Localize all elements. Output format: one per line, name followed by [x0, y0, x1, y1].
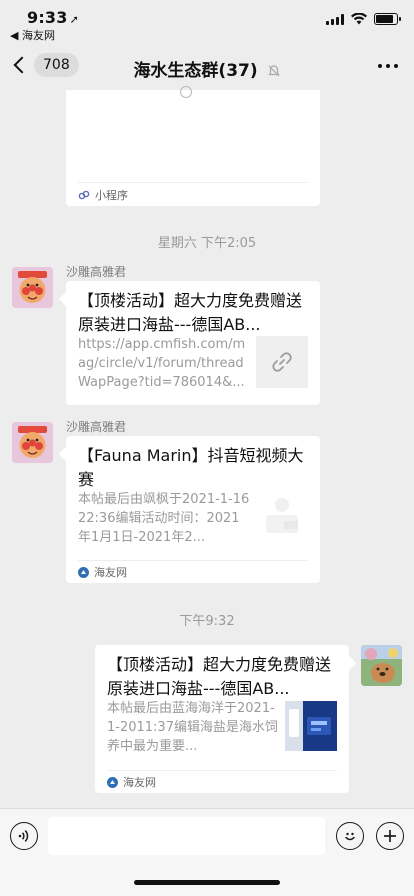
avatar[interactable] — [12, 267, 53, 308]
dot-icon — [394, 64, 398, 68]
link-card-title: 【顶楼活动】超大力度免费赠送原装进口海盐---德国AB... — [107, 655, 332, 698]
dog-photo-avatar-icon — [361, 645, 402, 686]
sender-name: 沙雕高雅君 — [66, 420, 127, 434]
source-label: 海友网 — [94, 566, 127, 579]
status-time: 9:33 ➚ — [27, 8, 80, 27]
more-options-button[interactable] — [378, 64, 398, 68]
wifi-icon — [351, 13, 367, 25]
dot-icon — [386, 64, 390, 68]
mute-bell-icon — [267, 65, 280, 77]
link-card-footer: 海友网 — [107, 770, 337, 793]
mini-program-icon — [78, 190, 90, 199]
link-card-title: 【Fauna Marin】抖音短视频大赛 — [78, 446, 304, 489]
location-arrow-icon: ➚ — [69, 13, 80, 26]
link-card-desc: https://app.cmfish.com/mag/circle/v1/for… — [78, 337, 246, 390]
link-card-title: 【顶楼活动】超大力度免费赠送原装进口海盐---德国AB... — [78, 291, 303, 334]
chat-title: 海水生态群(37) — [0, 56, 414, 81]
message-timestamp: 下午9:32 — [179, 614, 235, 629]
message-timestamp: 星期六 下午2:05 — [157, 236, 257, 251]
link-card-footer: 海友网 — [78, 560, 308, 583]
link-icon — [272, 352, 292, 372]
link-card[interactable]: 【Fauna Marin】抖音短视频大赛 本帖最后由飒枫于2021-1-1622… — [66, 436, 320, 583]
emoji-face-icon — [345, 832, 355, 841]
mini-program-footer: 小程序 — [78, 182, 308, 206]
avatar[interactable] — [12, 422, 53, 463]
cellular-signal-icon — [326, 13, 344, 25]
link-card-desc: 本帖最后由蓝海海洋于2021-1-2011:37编辑海盐是海水饲养中最为重要..… — [107, 701, 278, 754]
status-indicators — [326, 13, 401, 25]
haiyouwang-logo-icon — [107, 776, 118, 788]
plus-icon — [384, 830, 396, 842]
link-thumbnail — [256, 491, 308, 543]
more-functions-button[interactable] — [376, 822, 404, 850]
chat-nav-bar: 708 海水生态群(37) — [0, 44, 414, 90]
home-indicator[interactable] — [134, 880, 280, 885]
product-thumbnail-image — [285, 701, 337, 751]
link-card-desc: 本帖最后由飒枫于2021-1-1622:36编辑活动时间：2021年1月1日-2… — [78, 492, 250, 545]
haiyouwang-logo-icon — [78, 566, 89, 578]
link-card[interactable]: 【顶楼活动】超大力度免费赠送原装进口海盐---德国AB... 本帖最后由蓝海海洋… — [95, 645, 349, 793]
sender-name: 沙雕高雅君 — [66, 265, 127, 279]
voice-input-button[interactable] — [10, 822, 38, 850]
emoji-button[interactable] — [336, 822, 364, 850]
voice-icon — [18, 830, 29, 842]
link-card[interactable]: 【顶楼活动】超大力度免费赠送原装进口海盐---德国AB... https://a… — [66, 281, 320, 405]
source-label: 海友网 — [123, 776, 156, 789]
mini-program-card[interactable]: 小程序 — [66, 86, 320, 206]
faded-screen-icon — [266, 498, 298, 533]
anpanman-avatar-icon — [12, 267, 53, 308]
status-bar: 9:33 ➚ ◀ 海友网 — [0, 0, 414, 44]
link-thumbnail — [285, 701, 337, 751]
my-avatar[interactable] — [361, 645, 402, 686]
link-thumbnail — [256, 336, 308, 388]
message-input[interactable] — [48, 817, 325, 855]
mini-program-preview-dot — [180, 86, 192, 98]
dot-icon — [378, 64, 382, 68]
mini-program-label: 小程序 — [95, 188, 128, 202]
battery-icon — [374, 13, 401, 25]
anpanman-avatar-icon — [12, 422, 53, 463]
back-to-app-link[interactable]: ◀ 海友网 — [10, 27, 55, 43]
